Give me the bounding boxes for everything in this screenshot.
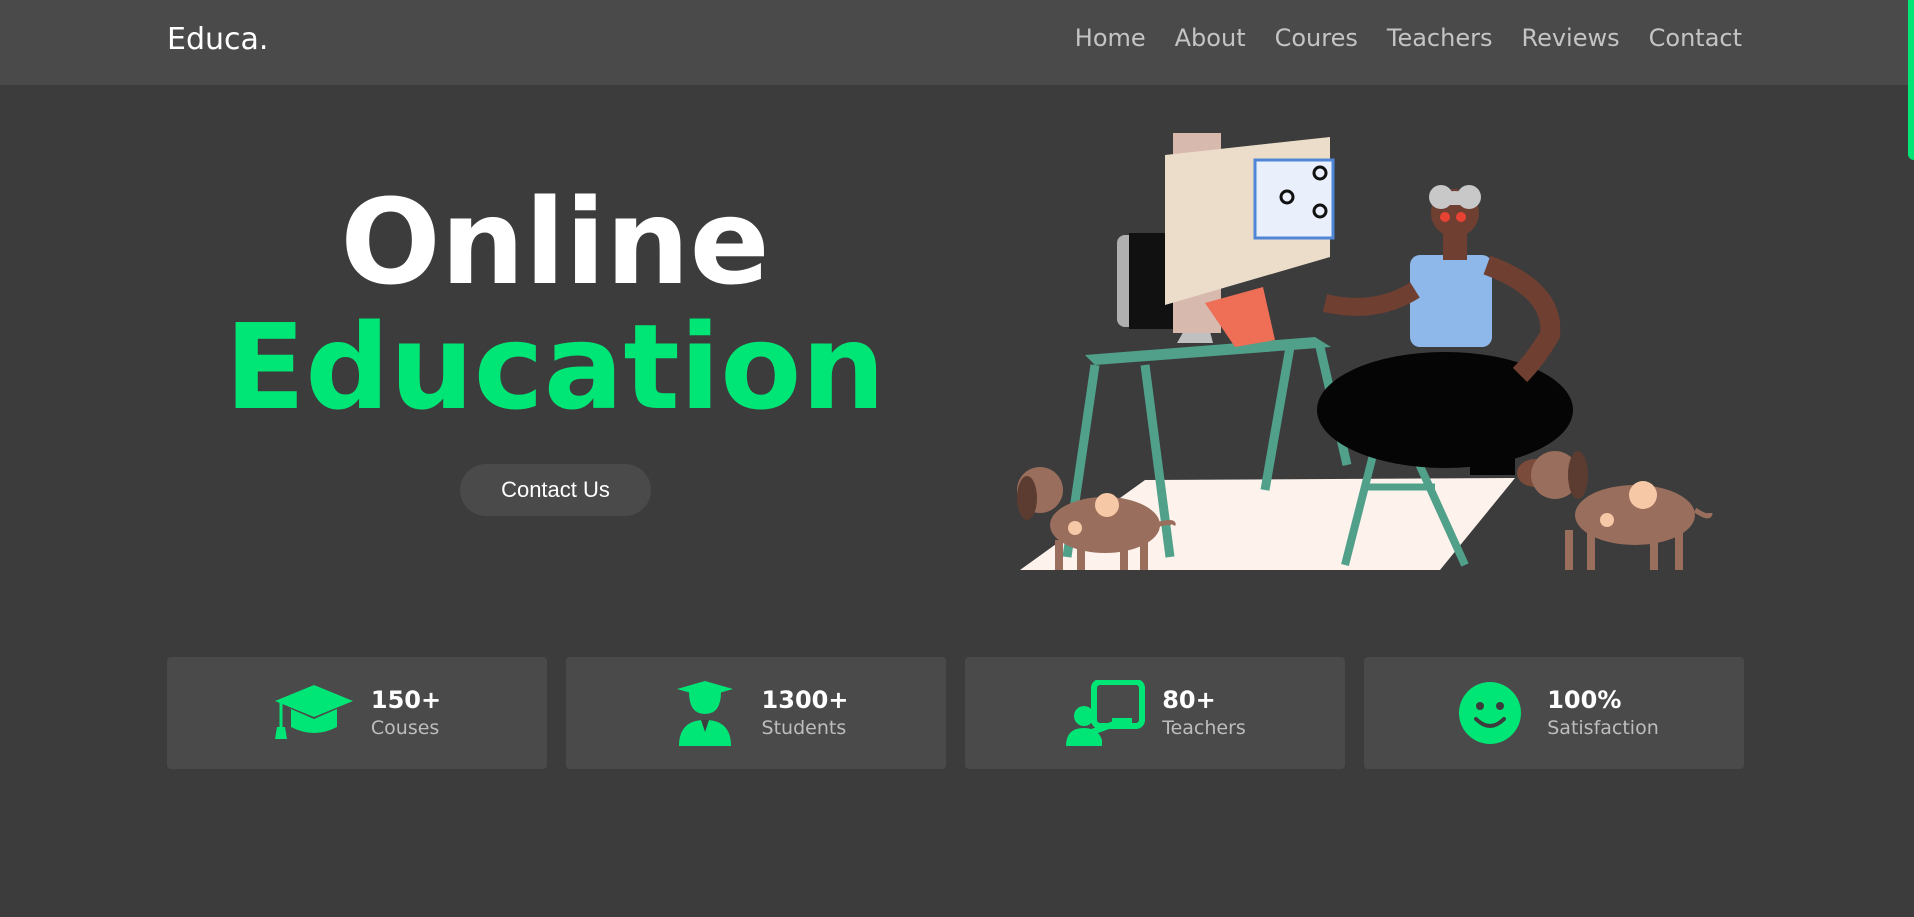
nav-contact[interactable]: Contact: [1649, 24, 1742, 52]
nav-home[interactable]: Home: [1075, 24, 1146, 52]
stat-label-satisfaction: Satisfaction: [1547, 717, 1659, 740]
stats-row: 150+ Couses 1300+ Students 80+ Teachers …: [167, 657, 1744, 769]
stat-value-students: 1300+: [761, 686, 849, 715]
teacher-board-icon: [1064, 679, 1146, 747]
stat-value-courses: 150+: [370, 686, 442, 715]
main-nav: Home About Coures Teachers Reviews Conta…: [1075, 24, 1742, 52]
contact-us-button[interactable]: Contact Us: [460, 464, 651, 516]
nav-courses[interactable]: Coures: [1275, 24, 1358, 52]
graduation-cap-icon: [273, 679, 355, 747]
stat-card-students: 1300+ Students: [566, 657, 946, 769]
stat-label-teachers: Teachers: [1162, 717, 1246, 740]
smile-icon: [1449, 679, 1531, 747]
stat-value-teachers: 80+: [1162, 686, 1216, 715]
stat-card-courses: 150+ Couses: [167, 657, 547, 769]
stat-label-courses: Couses: [370, 717, 440, 740]
hero-title-education: Education: [224, 298, 886, 436]
stat-value-satisfaction: 100%: [1547, 686, 1622, 715]
header: Educa. Home About Coures Teachers Review…: [0, 0, 1914, 85]
scrollbar-thumb[interactable]: [1908, 0, 1914, 160]
stat-label-students: Students: [761, 717, 847, 740]
stat-card-teachers: 80+ Teachers: [965, 657, 1345, 769]
logo[interactable]: Educa.: [167, 22, 268, 57]
nav-reviews[interactable]: Reviews: [1521, 24, 1619, 52]
stat-card-satisfaction: 100% Satisfaction: [1364, 657, 1744, 769]
hero-title-online: Online: [340, 173, 770, 311]
nav-teachers[interactable]: Teachers: [1387, 24, 1493, 52]
hero-illustration: [1017, 133, 1713, 570]
nav-about[interactable]: About: [1175, 24, 1246, 52]
graduate-student-icon: [664, 679, 746, 747]
